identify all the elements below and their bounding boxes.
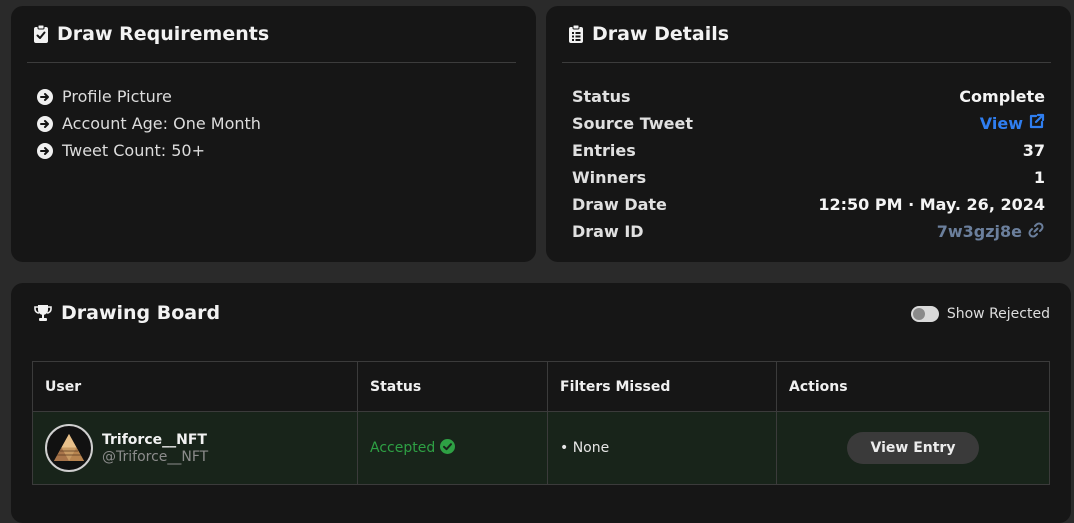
requirements-list: Profile Picture Account Age: One Month T… — [37, 83, 261, 164]
drawing-board-table: User Status Filters Missed Actions Trifo… — [32, 361, 1050, 485]
column-header-filters-missed: Filters Missed — [547, 361, 777, 412]
avatar — [45, 424, 93, 472]
column-header-status: Status — [357, 361, 548, 412]
requirement-item: Tweet Count: 50+ — [37, 137, 261, 164]
draw-details-card: Draw Details Status Complete Source Twee… — [546, 6, 1071, 262]
status-badge: Accepted — [370, 438, 547, 458]
detail-row-entries: Entries 37 — [572, 137, 1045, 164]
drawing-board-card: Drawing Board Show Rejected User Status … — [11, 283, 1071, 523]
divider — [562, 62, 1051, 63]
requirement-item: Profile Picture — [37, 83, 261, 110]
arrow-circle-right-icon — [37, 142, 53, 159]
detail-row-winners: Winners 1 — [572, 164, 1045, 191]
requirement-label: Tweet Count: 50+ — [62, 141, 206, 160]
show-rejected-label: Show Rejected — [946, 306, 1050, 322]
external-link-icon — [1028, 113, 1045, 134]
divider — [27, 62, 516, 63]
user-cell: Triforce__NFT @Triforce__NFT — [32, 411, 358, 485]
detail-row-draw-date: Draw Date 12:50 PM · May. 26, 2024 — [572, 191, 1045, 218]
detail-row-draw-id: Draw ID 7w3gzj8e — [572, 218, 1045, 245]
detail-label: Winners — [572, 168, 647, 187]
draw-details-header: Draw Details — [568, 23, 729, 45]
draw-id-link[interactable]: 7w3gzj8e — [937, 221, 1045, 243]
link-icon — [1027, 221, 1045, 243]
arrow-circle-right-icon — [37, 115, 53, 132]
draw-requirements-card: Draw Requirements Profile Picture Accoun… — [11, 6, 536, 262]
winners-value: 1 — [1033, 168, 1045, 187]
user-handle: @Triforce__NFT — [102, 448, 209, 465]
drawing-board-title: Drawing Board — [61, 302, 221, 324]
source-tweet-link-label: View — [979, 114, 1023, 133]
status-cell: Accepted — [357, 411, 548, 485]
view-entry-button[interactable]: View Entry — [847, 432, 979, 464]
actions-cell: View Entry — [776, 411, 1050, 485]
show-rejected-toggle[interactable] — [910, 306, 939, 322]
requirement-item: Account Age: One Month — [37, 110, 261, 137]
details-list: Status Complete Source Tweet View Entrie… — [572, 83, 1045, 245]
requirement-label: Profile Picture — [62, 87, 172, 106]
detail-label: Entries — [572, 141, 636, 160]
clipboard-list-icon — [568, 24, 584, 44]
detail-label: Source Tweet — [572, 114, 693, 133]
check-circle-icon — [440, 438, 456, 458]
status-label: Accepted — [370, 440, 436, 456]
detail-label: Draw ID — [572, 222, 644, 241]
toggle-knob — [912, 308, 925, 320]
user-info: Triforce__NFT @Triforce__NFT — [102, 432, 208, 465]
detail-label: Draw Date — [572, 195, 667, 214]
table-header-row: User Status Filters Missed Actions — [32, 361, 1050, 412]
draw-date-value: 12:50 PM · May. 26, 2024 — [818, 195, 1045, 214]
requirement-label: Account Age: One Month — [62, 114, 261, 133]
detail-row-source-tweet: Source Tweet View — [572, 110, 1045, 137]
column-header-actions: Actions — [776, 361, 1050, 412]
arrow-circle-right-icon — [37, 88, 53, 105]
clipboard-check-icon — [33, 24, 49, 44]
draw-details-title: Draw Details — [592, 23, 730, 45]
source-tweet-link[interactable]: View — [980, 113, 1045, 134]
table-row: Triforce__NFT @Triforce__NFT Accepted • … — [32, 411, 1050, 485]
filters-missed-cell: • None — [547, 411, 777, 485]
trophy-icon — [33, 304, 53, 322]
detail-row-status: Status Complete — [572, 83, 1045, 110]
show-rejected-control: Show Rejected — [910, 306, 1050, 322]
draw-requirements-header: Draw Requirements — [33, 23, 269, 45]
drawing-board-header: Drawing Board — [33, 302, 220, 324]
entries-value: 37 — [1022, 141, 1045, 160]
draw-requirements-title: Draw Requirements — [57, 23, 270, 45]
draw-id-value: 7w3gzj8e — [936, 222, 1022, 241]
status-value: Complete — [959, 87, 1045, 106]
user-display-name: Triforce__NFT — [102, 431, 207, 448]
detail-label: Status — [572, 87, 631, 106]
column-header-user: User — [32, 361, 358, 412]
